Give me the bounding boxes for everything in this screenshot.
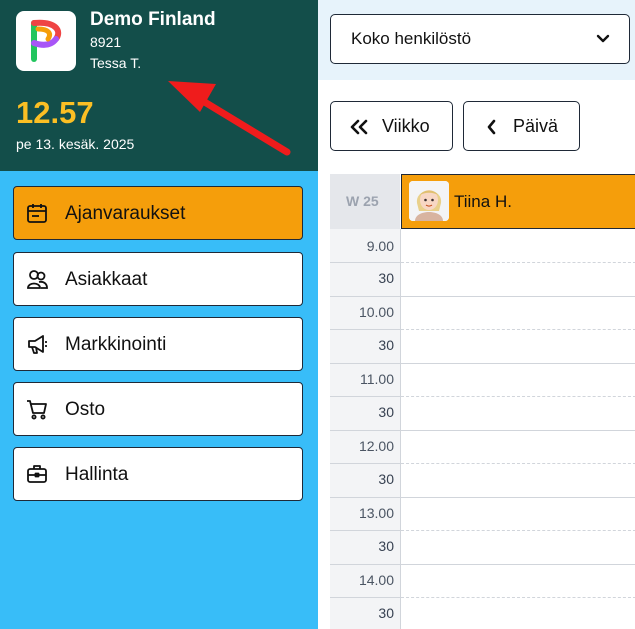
time-divider bbox=[330, 597, 400, 598]
calendar-icon bbox=[26, 202, 48, 224]
nav-item-asiakkaat[interactable]: Asiakkaat bbox=[13, 252, 303, 306]
time-divider bbox=[330, 564, 400, 565]
company-name: Demo Finland bbox=[90, 9, 216, 30]
nav-item-hallinta[interactable]: Hallinta bbox=[13, 447, 303, 501]
nav-item-osto[interactable]: Osto bbox=[13, 382, 303, 436]
time-divider bbox=[330, 430, 400, 431]
half-hour-line bbox=[401, 597, 635, 598]
time-divider bbox=[330, 396, 400, 397]
hour-line bbox=[401, 296, 635, 297]
nav-item-label: Hallinta bbox=[65, 464, 129, 485]
hour-line bbox=[401, 497, 635, 498]
cart-icon bbox=[26, 398, 48, 420]
day-view-button[interactable]: Päivä bbox=[463, 101, 580, 151]
half-hour-line bbox=[401, 329, 635, 330]
hour-line bbox=[401, 363, 635, 364]
week-number-cell: W 25 bbox=[330, 174, 400, 229]
current-time: 12.57 bbox=[16, 95, 94, 130]
time-divider bbox=[330, 262, 400, 263]
briefcase-icon bbox=[26, 463, 48, 485]
time-slot-label: 13.00 bbox=[358, 505, 394, 521]
staff-column-header[interactable]: Tiina H. bbox=[401, 174, 635, 229]
week-view-label: Viikko bbox=[382, 116, 430, 136]
time-column: 9.00 30 10.00 30 11.00 30 12.00 30 13.00… bbox=[330, 229, 400, 629]
week-number: W 25 bbox=[346, 193, 379, 209]
nav-item-label: Osto bbox=[65, 399, 106, 420]
time-slot-label: 30 bbox=[378, 337, 394, 353]
time-slot-label: 30 bbox=[378, 270, 394, 286]
staff-select[interactable]: Koko henkilöstö bbox=[330, 14, 630, 64]
time-slot-label: 30 bbox=[378, 538, 394, 554]
app-logo bbox=[16, 11, 76, 71]
nav-item-label: Markkinointi bbox=[65, 334, 167, 355]
half-hour-line bbox=[401, 262, 635, 263]
double-chevron-left-icon bbox=[348, 118, 370, 141]
staff-schedule-column[interactable] bbox=[400, 229, 635, 629]
megaphone-icon bbox=[26, 333, 48, 355]
nav-item-label: Asiakkaat bbox=[65, 269, 148, 290]
time-divider bbox=[330, 329, 400, 330]
half-hour-line bbox=[401, 463, 635, 464]
half-hour-line bbox=[401, 530, 635, 531]
time-divider bbox=[330, 463, 400, 464]
time-divider bbox=[330, 530, 400, 531]
nav-item-ajanvaraukset[interactable]: Ajanvaraukset bbox=[13, 186, 303, 240]
time-slot-label: 10.00 bbox=[358, 304, 394, 320]
time-slot-label: 30 bbox=[378, 605, 394, 621]
time-slot-label: 14.00 bbox=[358, 572, 394, 588]
staff-select-value: Koko henkilöstö bbox=[351, 29, 472, 48]
time-divider bbox=[330, 363, 400, 364]
nav-item-markkinointi[interactable]: Markkinointi bbox=[13, 317, 303, 371]
time-divider bbox=[330, 296, 400, 297]
time-slot-label: 9.00 bbox=[366, 238, 394, 254]
current-date: pe 13. kesäk. 2025 bbox=[16, 136, 135, 152]
staff-name: Tiina H. bbox=[454, 192, 512, 211]
hour-line bbox=[401, 564, 635, 565]
company-code: 8921 bbox=[90, 34, 122, 50]
time-divider bbox=[330, 497, 400, 498]
half-hour-line bbox=[401, 396, 635, 397]
users-icon bbox=[26, 268, 48, 290]
week-view-button[interactable]: Viikko bbox=[330, 101, 453, 151]
time-slot-label: 12.00 bbox=[358, 438, 394, 454]
nav-item-label: Ajanvaraukset bbox=[65, 203, 186, 224]
user-name: Tessa T. bbox=[90, 55, 142, 71]
annotation-arrow bbox=[168, 81, 291, 156]
day-view-label: Päivä bbox=[513, 116, 559, 136]
time-slot-label: 30 bbox=[378, 404, 394, 420]
hour-line bbox=[401, 430, 635, 431]
time-slot-label: 30 bbox=[378, 471, 394, 487]
chevron-left-icon bbox=[485, 118, 499, 141]
avatar bbox=[409, 181, 449, 221]
chevron-down-icon bbox=[595, 32, 611, 51]
time-slot-label: 11.00 bbox=[360, 371, 394, 387]
